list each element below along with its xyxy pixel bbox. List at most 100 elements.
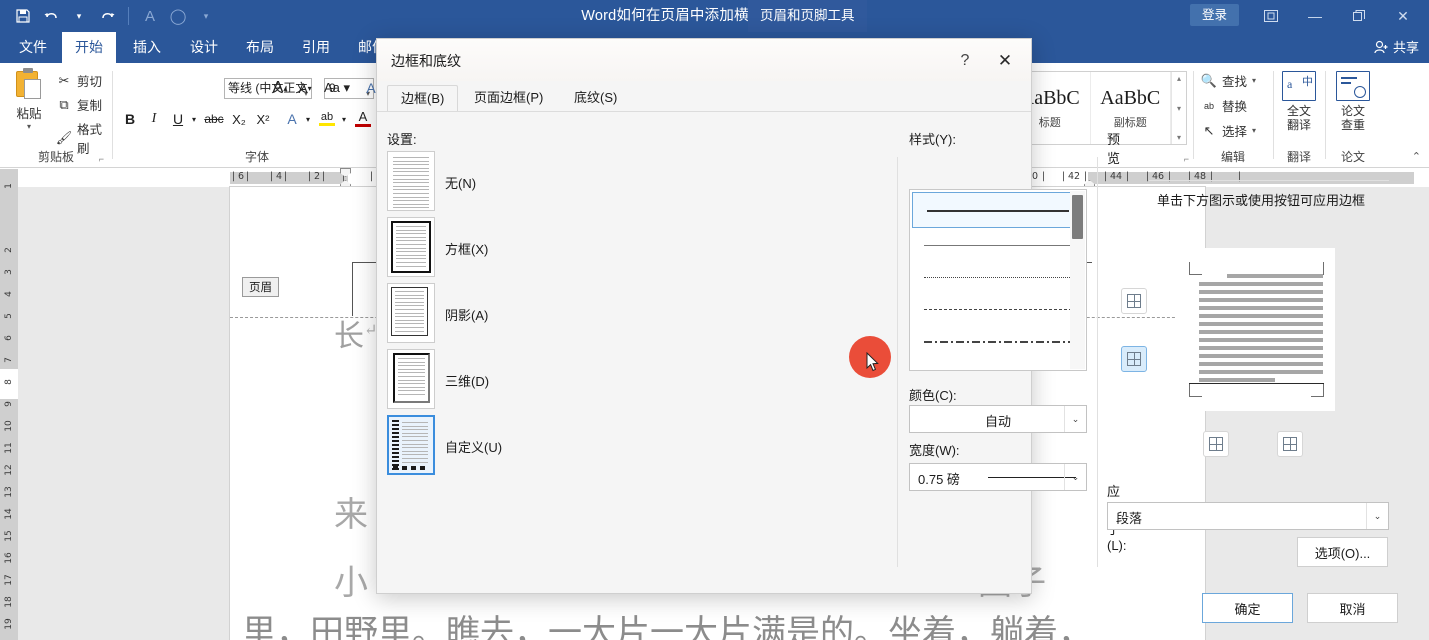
redo-icon[interactable] bbox=[94, 3, 120, 29]
chevron-down-icon[interactable]: ⌄ bbox=[1064, 464, 1086, 490]
minimize-icon[interactable]: — bbox=[1293, 0, 1337, 32]
circle-icon[interactable]: ◯ bbox=[165, 3, 191, 29]
undo-dropdown-icon[interactable]: ▾ bbox=[66, 3, 92, 29]
subscript-icon[interactable]: X₂ bbox=[228, 108, 250, 130]
apply-to-dropdown[interactable]: 段落 ⌄ bbox=[1107, 502, 1389, 530]
style-option-dashed[interactable] bbox=[910, 294, 1086, 326]
border-color-dropdown[interactable]: 自动 ⌄ bbox=[909, 405, 1087, 433]
tab-file[interactable]: 文件 bbox=[6, 32, 60, 63]
setting-3d[interactable]: 三维(D) bbox=[387, 349, 523, 413]
vruler-tick: 9 bbox=[4, 401, 14, 407]
paste-dropdown-icon[interactable]: ▾ bbox=[6, 122, 52, 131]
styles-scroll-up-icon[interactable]: ▴ bbox=[1177, 74, 1181, 83]
paste-icon bbox=[14, 68, 44, 101]
collapse-ribbon-icon[interactable]: ⌃ bbox=[1412, 150, 1421, 163]
signin-button[interactable]: 登录 bbox=[1189, 4, 1239, 26]
bold-icon[interactable]: B bbox=[120, 108, 140, 130]
highlight-dropdown-icon[interactable]: ▾ bbox=[338, 108, 350, 130]
style-list-scrollbar[interactable] bbox=[1070, 191, 1085, 369]
styles-scroll-controls[interactable]: ▴ ▾ ▾ bbox=[1171, 72, 1186, 144]
border-preview-page[interactable] bbox=[1175, 248, 1335, 411]
find-button[interactable]: 🔍 查找 ▾ bbox=[1201, 71, 1256, 90]
underline-icon[interactable]: U bbox=[168, 108, 188, 130]
italic-icon[interactable]: I bbox=[144, 108, 164, 130]
highlight-icon[interactable]: ab bbox=[316, 105, 338, 131]
styles-more-icon[interactable]: ▾ bbox=[1177, 133, 1181, 142]
tab-design[interactable]: 设计 bbox=[177, 32, 231, 63]
tab-page-borders[interactable]: 页面边框(P) bbox=[461, 85, 556, 112]
underline-dropdown-icon[interactable]: ▾ bbox=[188, 108, 200, 130]
ok-button[interactable]: 确定 bbox=[1202, 593, 1293, 623]
thesis-button-line2: 查重 bbox=[1340, 118, 1365, 132]
styles-dialog-launcher[interactable]: ⌐ bbox=[1184, 154, 1189, 164]
style-item-subtitle[interactable]: AaBbC 副标题 bbox=[1091, 72, 1171, 144]
strikethrough-icon[interactable]: abc bbox=[202, 108, 226, 130]
vruler-tick: 7 bbox=[4, 357, 14, 363]
close-icon[interactable]: ✕ bbox=[1381, 0, 1425, 32]
superscript-icon[interactable]: X² bbox=[252, 108, 274, 130]
ribbon-display-options-icon[interactable] bbox=[1249, 0, 1293, 32]
bottom-border-button[interactable] bbox=[1121, 346, 1147, 372]
thesis-button-line1: 论文 bbox=[1340, 104, 1365, 118]
style-option-solid-thick[interactable] bbox=[912, 192, 1084, 228]
tab-layout[interactable]: 布局 bbox=[233, 32, 287, 63]
tab-shading[interactable]: 底纹(S) bbox=[561, 85, 630, 112]
left-border-button[interactable] bbox=[1203, 431, 1229, 457]
cancel-button[interactable]: 取消 bbox=[1307, 593, 1398, 623]
border-grid-icon bbox=[1209, 437, 1223, 451]
setting-shadow[interactable]: 阴影(A) bbox=[387, 283, 523, 347]
replace-button[interactable]: ab 替换 bbox=[1201, 96, 1247, 115]
change-case-icon[interactable]: Aa ▾ bbox=[322, 77, 352, 99]
style-option-dash-dot[interactable] bbox=[910, 326, 1086, 358]
vruler-tick: 19 bbox=[4, 618, 14, 630]
border-style-list[interactable] bbox=[909, 189, 1087, 371]
vruler-tick: 17 bbox=[4, 574, 14, 586]
chevron-down-icon[interactable]: ⌄ bbox=[1366, 503, 1388, 529]
select-button[interactable]: ↖ 选择 ▾ bbox=[1201, 121, 1256, 140]
style-option-dotted[interactable] bbox=[910, 262, 1086, 294]
font-grow-icon[interactable]: A bbox=[137, 3, 163, 29]
paste-label: 粘贴 bbox=[16, 107, 42, 121]
help-icon[interactable]: ? bbox=[951, 48, 979, 74]
share-button[interactable]: 共享 bbox=[1374, 32, 1419, 63]
styles-gallery[interactable]: AaBbC 标题 AaBbC 副标题 ▴ ▾ ▾ bbox=[1009, 71, 1187, 145]
find-dropdown-icon[interactable]: ▾ bbox=[1252, 76, 1256, 85]
border-width-dropdown[interactable]: 0.75 磅 ⌄ bbox=[909, 463, 1087, 491]
undo-icon[interactable] bbox=[38, 3, 64, 29]
thesis-check-button[interactable]: 论文 查重 bbox=[1328, 69, 1378, 132]
close-icon[interactable]: ✕ bbox=[991, 48, 1019, 74]
setting-none[interactable]: 无(N) bbox=[387, 151, 523, 215]
tab-home[interactable]: 开始 bbox=[62, 32, 116, 63]
chevron-down-icon[interactable]: ⌄ bbox=[1064, 406, 1086, 432]
right-border-button[interactable] bbox=[1277, 431, 1303, 457]
top-border-button[interactable] bbox=[1121, 288, 1147, 314]
options-button[interactable]: 选项(O)... bbox=[1297, 537, 1388, 567]
setting-custom[interactable]: 自定义(U) bbox=[387, 415, 523, 479]
styles-scroll-down-icon[interactable]: ▾ bbox=[1177, 104, 1181, 113]
dialog-tab-strip: 边框(B) 页面边框(P) 底纹(S) bbox=[377, 85, 1031, 112]
grow-font-icon[interactable]: A ▴ bbox=[269, 77, 291, 99]
vertical-ruler[interactable]: 1 2 3 4 5 6 7 8 9 10 11 12 13 14 15 16 1… bbox=[0, 169, 18, 640]
style-option-solid-thin[interactable] bbox=[910, 230, 1086, 262]
vruler-tick: 11 bbox=[4, 442, 14, 454]
text-effects-icon[interactable]: A bbox=[282, 108, 302, 130]
clipboard-dialog-launcher[interactable]: ⌐ bbox=[99, 154, 104, 164]
customize-qat-icon[interactable]: ▾ bbox=[193, 3, 219, 29]
paste-button[interactable]: 粘贴 ▾ bbox=[6, 67, 52, 143]
copy-button[interactable]: ⧉ 复制 bbox=[56, 95, 102, 114]
tab-references[interactable]: 引用 bbox=[289, 32, 343, 63]
restore-icon[interactable] bbox=[1337, 0, 1381, 32]
font-color-icon[interactable]: A bbox=[352, 105, 374, 131]
text-effects-dropdown-icon[interactable]: ▾ bbox=[302, 108, 314, 130]
select-dropdown-icon[interactable]: ▾ bbox=[1252, 126, 1256, 135]
save-icon[interactable] bbox=[10, 3, 36, 29]
ribbon-group-editing: 🔍 查找 ▾ ab 替换 ↖ 选择 ▾ 编辑 bbox=[1193, 63, 1273, 168]
style-section-label: 样式(Y): bbox=[909, 132, 956, 147]
cut-button[interactable]: ✂ 剪切 bbox=[56, 71, 102, 90]
style-list-scroll-thumb[interactable] bbox=[1072, 195, 1083, 239]
shrink-font-icon[interactable]: A ▾ bbox=[294, 77, 316, 99]
tab-insert[interactable]: 插入 bbox=[120, 32, 174, 63]
full-text-translate-button[interactable]: a 中 全文 翻译 bbox=[1274, 69, 1324, 132]
setting-box[interactable]: 方框(X) bbox=[387, 217, 523, 281]
tab-borders[interactable]: 边框(B) bbox=[387, 85, 459, 112]
